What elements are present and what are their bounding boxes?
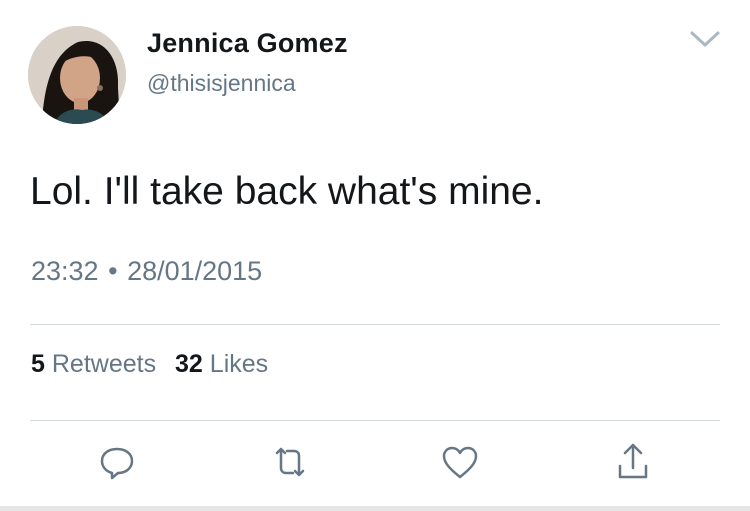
retweets-stat[interactable]: 5 Retweets (31, 350, 163, 378)
retweets-label: Retweets (51, 350, 157, 378)
likes-stat[interactable]: 32 Likes (175, 350, 268, 378)
avatar-image (28, 26, 126, 124)
tweet-date: 28/01/2015 (127, 256, 263, 286)
tweet-stats: 5 Retweets 32 Likes (31, 350, 268, 379)
author-handle[interactable]: @thisisjennica (147, 70, 296, 97)
author-name[interactable]: Jennica Gomez (147, 28, 348, 59)
tweet-time: 23:32 (31, 256, 99, 286)
share-button[interactable] (611, 440, 655, 484)
likes-count: 32 (175, 350, 203, 378)
bottom-edge (0, 506, 750, 511)
tweet-actions (0, 440, 750, 490)
share-icon (618, 443, 648, 479)
retweets-count: 5 (31, 350, 45, 378)
divider (30, 420, 720, 421)
chevron-down-icon[interactable] (688, 28, 722, 50)
retweet-button[interactable] (268, 440, 312, 484)
likes-label: Likes (209, 350, 269, 378)
reply-button[interactable] (95, 440, 139, 484)
timestamp-separator: • (108, 256, 118, 286)
divider (30, 324, 720, 325)
retweet-icon (275, 447, 305, 477)
reply-icon (100, 447, 134, 480)
tweet-timestamp[interactable]: 23:32 • 28/01/2015 (31, 256, 262, 287)
like-button[interactable] (438, 440, 482, 484)
tweet-text: Lol. I'll take back what's mine. (30, 170, 544, 213)
avatar[interactable] (28, 26, 126, 124)
heart-icon (442, 446, 478, 479)
